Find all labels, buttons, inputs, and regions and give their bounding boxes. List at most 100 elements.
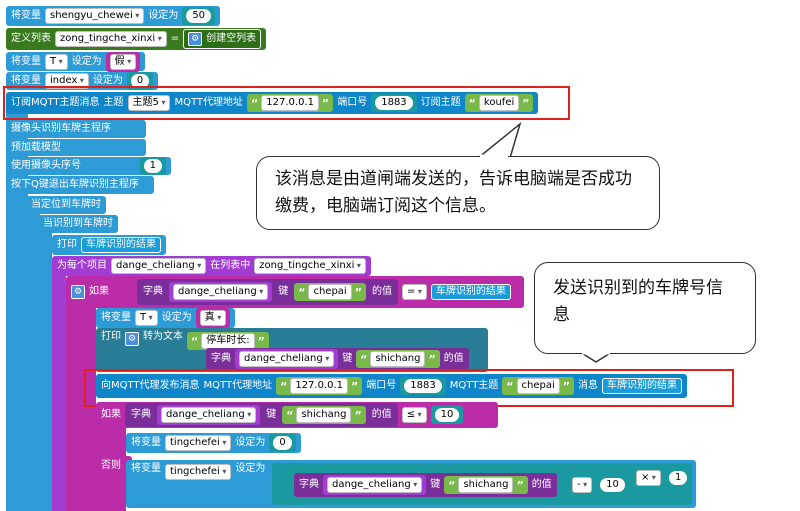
set-var-label: 将变量 bbox=[11, 55, 41, 67]
var-T-dropdown[interactable]: T bbox=[45, 53, 68, 70]
key-shichang-field[interactable]: shichang bbox=[458, 477, 514, 493]
set-to-label: 设定为 bbox=[235, 437, 266, 448]
publish-callout: 发送识别到的车牌号信息 bbox=[534, 262, 756, 354]
set-var-label: 将变量 bbox=[11, 75, 41, 86]
value-of-label: 的值 bbox=[443, 353, 464, 364]
set-T-block[interactable]: 将变量 T 设定为 假 bbox=[6, 51, 146, 72]
print-label: 打印 bbox=[57, 239, 77, 250]
foreach-spine bbox=[52, 266, 66, 511]
parking-time-field[interactable]: 停车时长: bbox=[201, 333, 255, 349]
dict-label: 字典 bbox=[131, 409, 151, 420]
value-10[interactable]: 10 bbox=[600, 478, 625, 492]
set-to-label: 设定为 bbox=[161, 312, 192, 323]
value-50[interactable]: 50 bbox=[186, 9, 212, 23]
publish-note: 发送识别到的车牌号信息 bbox=[553, 278, 723, 325]
use-camera-label: 使用摄像头序号 bbox=[11, 160, 81, 171]
dict-var-dropdown[interactable]: dange_cheliang bbox=[239, 351, 335, 367]
value-1[interactable]: 1 bbox=[668, 471, 688, 485]
gear-icon[interactable]: ⚙ bbox=[125, 332, 139, 346]
gear-icon[interactable]: ⚙ bbox=[71, 285, 85, 299]
key-label: 键 bbox=[266, 409, 277, 420]
set-var-label: 将变量 bbox=[11, 10, 41, 21]
dict-label: 字典 bbox=[211, 353, 231, 364]
set-shengyu-block[interactable]: 将变量 shengyu_chewei 设定为 50 bbox=[6, 6, 221, 26]
var-T-dropdown[interactable]: T bbox=[135, 310, 158, 326]
plate-program-block[interactable]: 摄像头识别车牌主程序 bbox=[6, 120, 146, 138]
if-label: 如果 bbox=[89, 286, 109, 297]
key-shichang-field[interactable]: shichang bbox=[296, 407, 352, 423]
key-shichang-field[interactable]: shichang bbox=[370, 351, 426, 367]
var-tingchefei-dropdown[interactable]: tingchefei bbox=[165, 435, 232, 451]
key-chepai-field[interactable]: chepai bbox=[308, 284, 352, 300]
when-recognized-block[interactable]: 当识别到车牌时 bbox=[38, 215, 118, 233]
dict-label: 字典 bbox=[299, 479, 319, 490]
list-name-dropdown[interactable]: zong_tingche_xinxi bbox=[55, 31, 167, 47]
set-tingchefei-zero-block[interactable]: 将变量 tingchefei 设定为 0 bbox=[126, 433, 301, 453]
when-located-label: 当定位到车牌时 bbox=[31, 199, 101, 210]
value-of-label: 的值 bbox=[531, 479, 552, 490]
lte-operator-dropdown[interactable]: ≤ bbox=[401, 407, 427, 423]
set-var-label: 将变量 bbox=[131, 437, 161, 448]
press-q-label: 按下Q键退出车牌识别主程序 bbox=[11, 179, 139, 190]
dict-var-dropdown[interactable]: dange_cheliang bbox=[327, 477, 423, 493]
print-result-block[interactable]: 打印 车牌识别的结果 bbox=[52, 235, 166, 255]
minus-operator-dropdown[interactable]: - bbox=[572, 477, 593, 493]
true-dropdown[interactable]: 真 bbox=[199, 310, 227, 326]
subscribe-note: 该消息是由道闸端发送的，告诉电脑端是否成功缴费，电脑端订阅这个信息。 bbox=[275, 169, 632, 216]
subscribe-callout-tail bbox=[477, 121, 522, 159]
camera-index-field[interactable]: 1 bbox=[143, 159, 162, 173]
var-shengyu-dropdown[interactable]: shengyu_chewei bbox=[45, 8, 145, 24]
value-of-label: 的值 bbox=[371, 286, 392, 297]
eq-label: = bbox=[170, 33, 180, 44]
dict-shichang-calc-block[interactable]: 字典 dange_cheliang 键 “shichang” 的值 bbox=[294, 473, 557, 497]
var-tingchefei-dropdown[interactable]: tingchefei bbox=[165, 464, 232, 480]
foreach-block[interactable]: 为每个项目 dange_cheliang 在列表中 zong_tingche_x… bbox=[52, 256, 371, 276]
set-to-label: 设定为 bbox=[92, 75, 123, 86]
item-var-dropdown[interactable]: dange_cheliang bbox=[111, 258, 207, 274]
if-block[interactable]: ⚙ 如果 字典 dange_cheliang 键 “chepai” 的值 = 车… bbox=[66, 276, 524, 308]
plate-result-label: 车牌识别的结果 bbox=[435, 286, 506, 297]
dict-var-dropdown[interactable]: dange_cheliang bbox=[161, 407, 257, 423]
dict-var-dropdown[interactable]: dange_cheliang bbox=[173, 284, 269, 300]
define-list-block[interactable]: 定义列表 zong_tingche_xinxi = ⚙ 创建空列表 bbox=[6, 28, 267, 50]
dict-shichang-block[interactable]: 字典 dange_cheliang 键 “shichang” 的值 bbox=[206, 348, 469, 370]
key-label: 键 bbox=[430, 479, 441, 490]
value-10[interactable]: 10 bbox=[434, 408, 460, 422]
press-q-block[interactable]: 按下Q键退出车牌识别主程序 bbox=[6, 176, 154, 194]
define-list-label: 定义列表 bbox=[11, 33, 51, 44]
dict-label: 字典 bbox=[143, 286, 163, 297]
set-var-label: 将变量 bbox=[101, 312, 131, 323]
plate-result-label: 车牌识别的结果 bbox=[86, 239, 156, 250]
subscribe-highlight-box bbox=[3, 86, 570, 120]
for-each-label: 为每个项目 bbox=[57, 260, 107, 271]
plate-program-label: 摄像头识别车牌主程序 bbox=[11, 123, 111, 134]
in-list-label: 在列表中 bbox=[210, 260, 251, 271]
inner-if-block[interactable]: 如果 字典 dange_cheliang 键 “shichang” 的值 ≤ 1… bbox=[96, 402, 498, 428]
use-camera-block[interactable]: 使用摄像头序号 1 bbox=[6, 157, 171, 175]
times-section: × 1 bbox=[636, 468, 692, 488]
preload-model-block[interactable]: 预加载模型 bbox=[6, 139, 146, 156]
value-0[interactable]: 0 bbox=[273, 436, 292, 450]
set-to-label: 设定为 bbox=[235, 463, 266, 474]
else-label: 否则 bbox=[101, 460, 121, 471]
gear-icon[interactable]: ⚙ bbox=[188, 32, 203, 46]
times-operator-dropdown[interactable]: × bbox=[636, 470, 661, 486]
when-located-block[interactable]: 当定位到车牌时 bbox=[26, 196, 106, 214]
key-label: 键 bbox=[278, 286, 289, 297]
set-var-label: 将变量 bbox=[131, 463, 161, 474]
value-of-label: 的值 bbox=[371, 409, 392, 420]
when-recognized-label: 当识别到车牌时 bbox=[43, 218, 113, 229]
minus-section: - 10 bbox=[572, 474, 629, 496]
preload-model-label: 预加载模型 bbox=[11, 141, 61, 153]
if-label: 如果 bbox=[101, 409, 121, 420]
eq-operator-dropdown[interactable]: = bbox=[401, 284, 427, 300]
false-dropdown[interactable]: 假 bbox=[109, 53, 137, 70]
print-label: 打印 bbox=[101, 331, 121, 342]
set-to-label: 设定为 bbox=[71, 55, 102, 67]
subscribe-callout: 该消息是由道闸端发送的，告诉电脑端是否成功缴费，电脑端订阅这个信息。 bbox=[256, 156, 660, 230]
recognized-spine bbox=[38, 227, 52, 511]
foreach-list-dropdown[interactable]: zong_tingche_xinxi bbox=[254, 258, 366, 274]
set-T-true-block[interactable]: 将变量 T 设定为 真 bbox=[96, 308, 236, 328]
key-label: 键 bbox=[342, 353, 353, 364]
to-text-label: 转为文本 bbox=[143, 331, 183, 342]
